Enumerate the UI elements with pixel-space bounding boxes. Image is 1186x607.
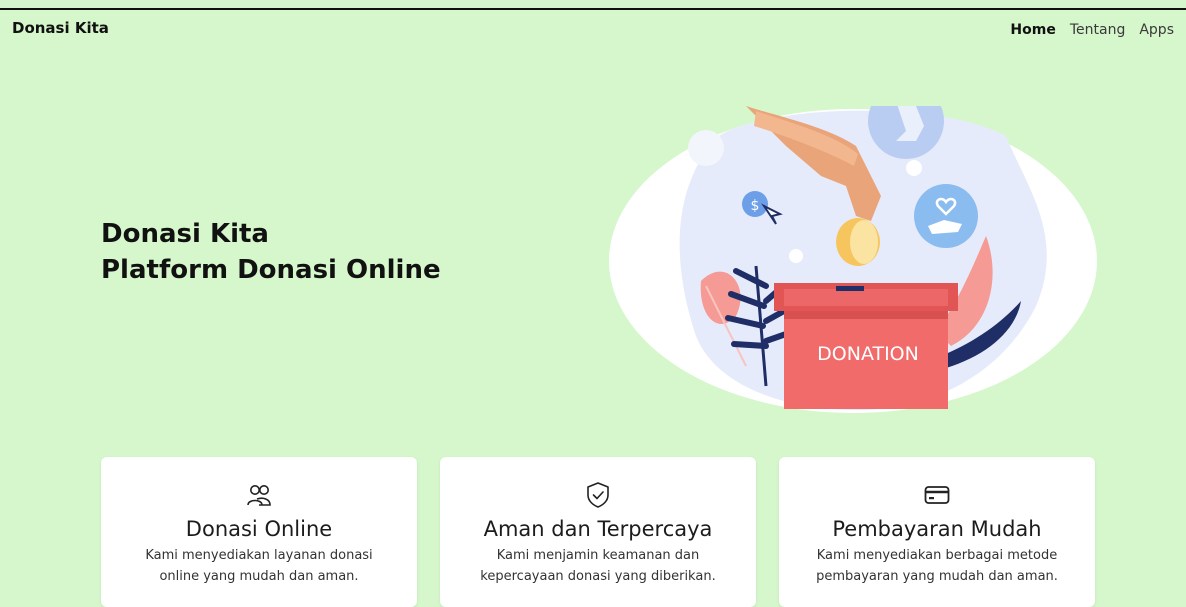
nav-apps[interactable]: Apps (1139, 22, 1174, 38)
credit-card-icon (924, 486, 950, 504)
card-text: Kami menyediakan berbagai metode pembaya… (816, 548, 1058, 584)
bubble-left (688, 130, 724, 166)
bubble-small (906, 160, 922, 176)
brand-logo[interactable]: Donasi Kita (12, 19, 109, 37)
feature-card-pembayaran: Pembayaran Mudah Kami menyediakan berbag… (779, 457, 1095, 607)
hero-title-line1: Donasi Kita (101, 219, 269, 249)
users-icon (247, 485, 271, 506)
donation-illustration: $ DONATION (609, 106, 1097, 413)
nav-home[interactable]: Home (1010, 22, 1055, 38)
top-border (0, 8, 1186, 10)
card-title: Donasi Online (185, 517, 333, 541)
card-title: Aman dan Terpercaya (483, 517, 713, 541)
card-text: Kami menyediakan layanan donasi online y… (145, 548, 373, 584)
svg-text:$: $ (751, 198, 760, 214)
shield-check-icon (587, 482, 609, 508)
feature-card-donasi-online: Donasi Online Kami menyediakan layanan d… (101, 457, 417, 607)
hero-title: Donasi Kita Platform Donasi Online (101, 216, 441, 288)
card-title: Pembayaran Mudah (832, 517, 1042, 541)
donation-label: DONATION (817, 343, 919, 365)
bubble-tiny (789, 249, 803, 263)
feature-cards: Donasi Online Kami menyediakan layanan d… (101, 457, 1095, 607)
nav-tentang[interactable]: Tentang (1070, 22, 1126, 38)
feature-card-aman: Aman dan Terpercaya Kami menjamin keaman… (440, 457, 756, 607)
hero-title-line2: Platform Donasi Online (101, 255, 441, 285)
coin-slot (836, 286, 864, 291)
main-nav: Home Tentang Apps (1010, 22, 1174, 38)
card-text: Kami menjamin keamanan dan kepercayaan d… (480, 548, 716, 584)
heart-bubble (914, 184, 978, 248)
